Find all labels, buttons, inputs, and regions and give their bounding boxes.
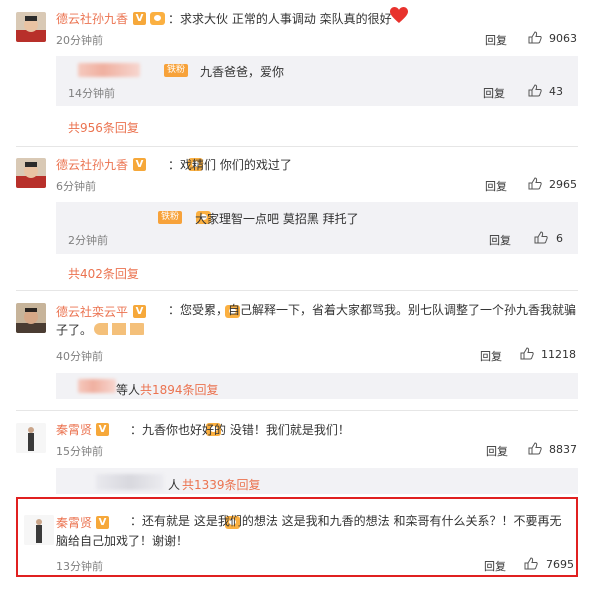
commenter-name[interactable]: 德云社孙九香 — [56, 10, 128, 27]
avatar[interactable] — [24, 515, 54, 545]
comment-time: 13分钟前 — [56, 560, 103, 573]
like-count: 11218 — [541, 348, 576, 361]
reply-button[interactable]: 回复 — [480, 348, 502, 364]
level-badge-icon — [150, 12, 165, 25]
more-replies-link[interactable]: 共956条回复 — [68, 119, 139, 136]
fan-badge: 铁粉 — [164, 64, 189, 77]
comment-time: 40分钟前 — [56, 350, 103, 363]
comment-text: ：九香你也好好的 没错！我们就是我们！ — [130, 423, 350, 437]
commenter-name[interactable]: 德云社孙九香 — [56, 156, 128, 173]
like-count: 43 — [549, 85, 563, 98]
like-count: 2965 — [549, 178, 577, 191]
reply-button[interactable]: 回复 — [489, 232, 511, 248]
comment-text: ：还有就是 这是我们的想法 这是我和九香的想法 和栾哥有什么关系？！不要再无脑给… — [56, 514, 562, 548]
verified-icon: V — [96, 423, 109, 436]
comment-time: 6分钟前 — [56, 180, 96, 193]
like-icon[interactable] — [528, 31, 542, 45]
divider — [16, 290, 578, 291]
emoji-icons — [94, 323, 149, 335]
reply-button[interactable]: 回复 — [485, 32, 507, 48]
verified-icon: V — [133, 12, 146, 25]
comment-text: ：您受累，自己解释一下，省着大家都骂我。别七队调整了一个孙九香我就骗子了。 — [56, 303, 577, 337]
reply-button[interactable]: 回复 — [483, 85, 505, 101]
divider — [16, 146, 578, 147]
like-count: 7695 — [546, 558, 574, 571]
reply-text: 大家理智一点吧 莫招黑 拜托了 — [195, 212, 359, 226]
avatar[interactable] — [16, 12, 46, 42]
comment-time: 20分钟前 — [56, 34, 103, 47]
reply-text: 九香爸爸，爱你 — [200, 65, 285, 79]
like-count: 9063 — [549, 32, 577, 45]
blurred-username — [96, 474, 164, 490]
comment-text: ：求求大伙 正常的人事调动 栾队真的很好 — [168, 12, 392, 26]
verified-icon: V — [133, 158, 146, 171]
like-icon[interactable] — [528, 84, 542, 98]
like-icon[interactable] — [528, 177, 542, 191]
comment-time: 15分钟前 — [56, 445, 103, 458]
commenter-name[interactable]: 秦霄贤 — [56, 421, 92, 438]
more-replies-link[interactable]: 共402条回复 — [68, 265, 139, 282]
reply-button[interactable]: 回复 — [485, 178, 507, 194]
blurred-username — [78, 63, 140, 77]
heart-icon — [390, 7, 408, 27]
like-icon[interactable] — [528, 442, 542, 456]
comment-text: ：戏精们 你们的戏过了 — [168, 158, 292, 172]
like-icon[interactable] — [524, 557, 538, 571]
fan-badge: 铁粉 — [158, 211, 183, 224]
like-icon[interactable] — [520, 347, 534, 361]
reply-time: 14分钟前 — [68, 87, 115, 100]
divider — [16, 410, 578, 411]
avatar[interactable] — [16, 158, 46, 188]
more-replies-link[interactable]: 共1894条回复 — [140, 381, 219, 398]
reply-prefix: 等人 — [116, 383, 141, 397]
reply-button[interactable]: 回复 — [484, 558, 506, 574]
like-icon[interactable] — [534, 231, 548, 245]
like-count: 8837 — [549, 443, 577, 456]
avatar[interactable] — [16, 303, 46, 333]
more-replies-link[interactable]: 共1339条回复 — [182, 476, 261, 493]
reply-time: 2分钟前 — [68, 234, 108, 247]
blurred-username — [78, 379, 116, 393]
like-count: 6 — [556, 232, 563, 245]
reply-prefix: 人 — [168, 478, 181, 492]
avatar[interactable] — [16, 423, 46, 453]
reply-button[interactable]: 回复 — [486, 443, 508, 459]
